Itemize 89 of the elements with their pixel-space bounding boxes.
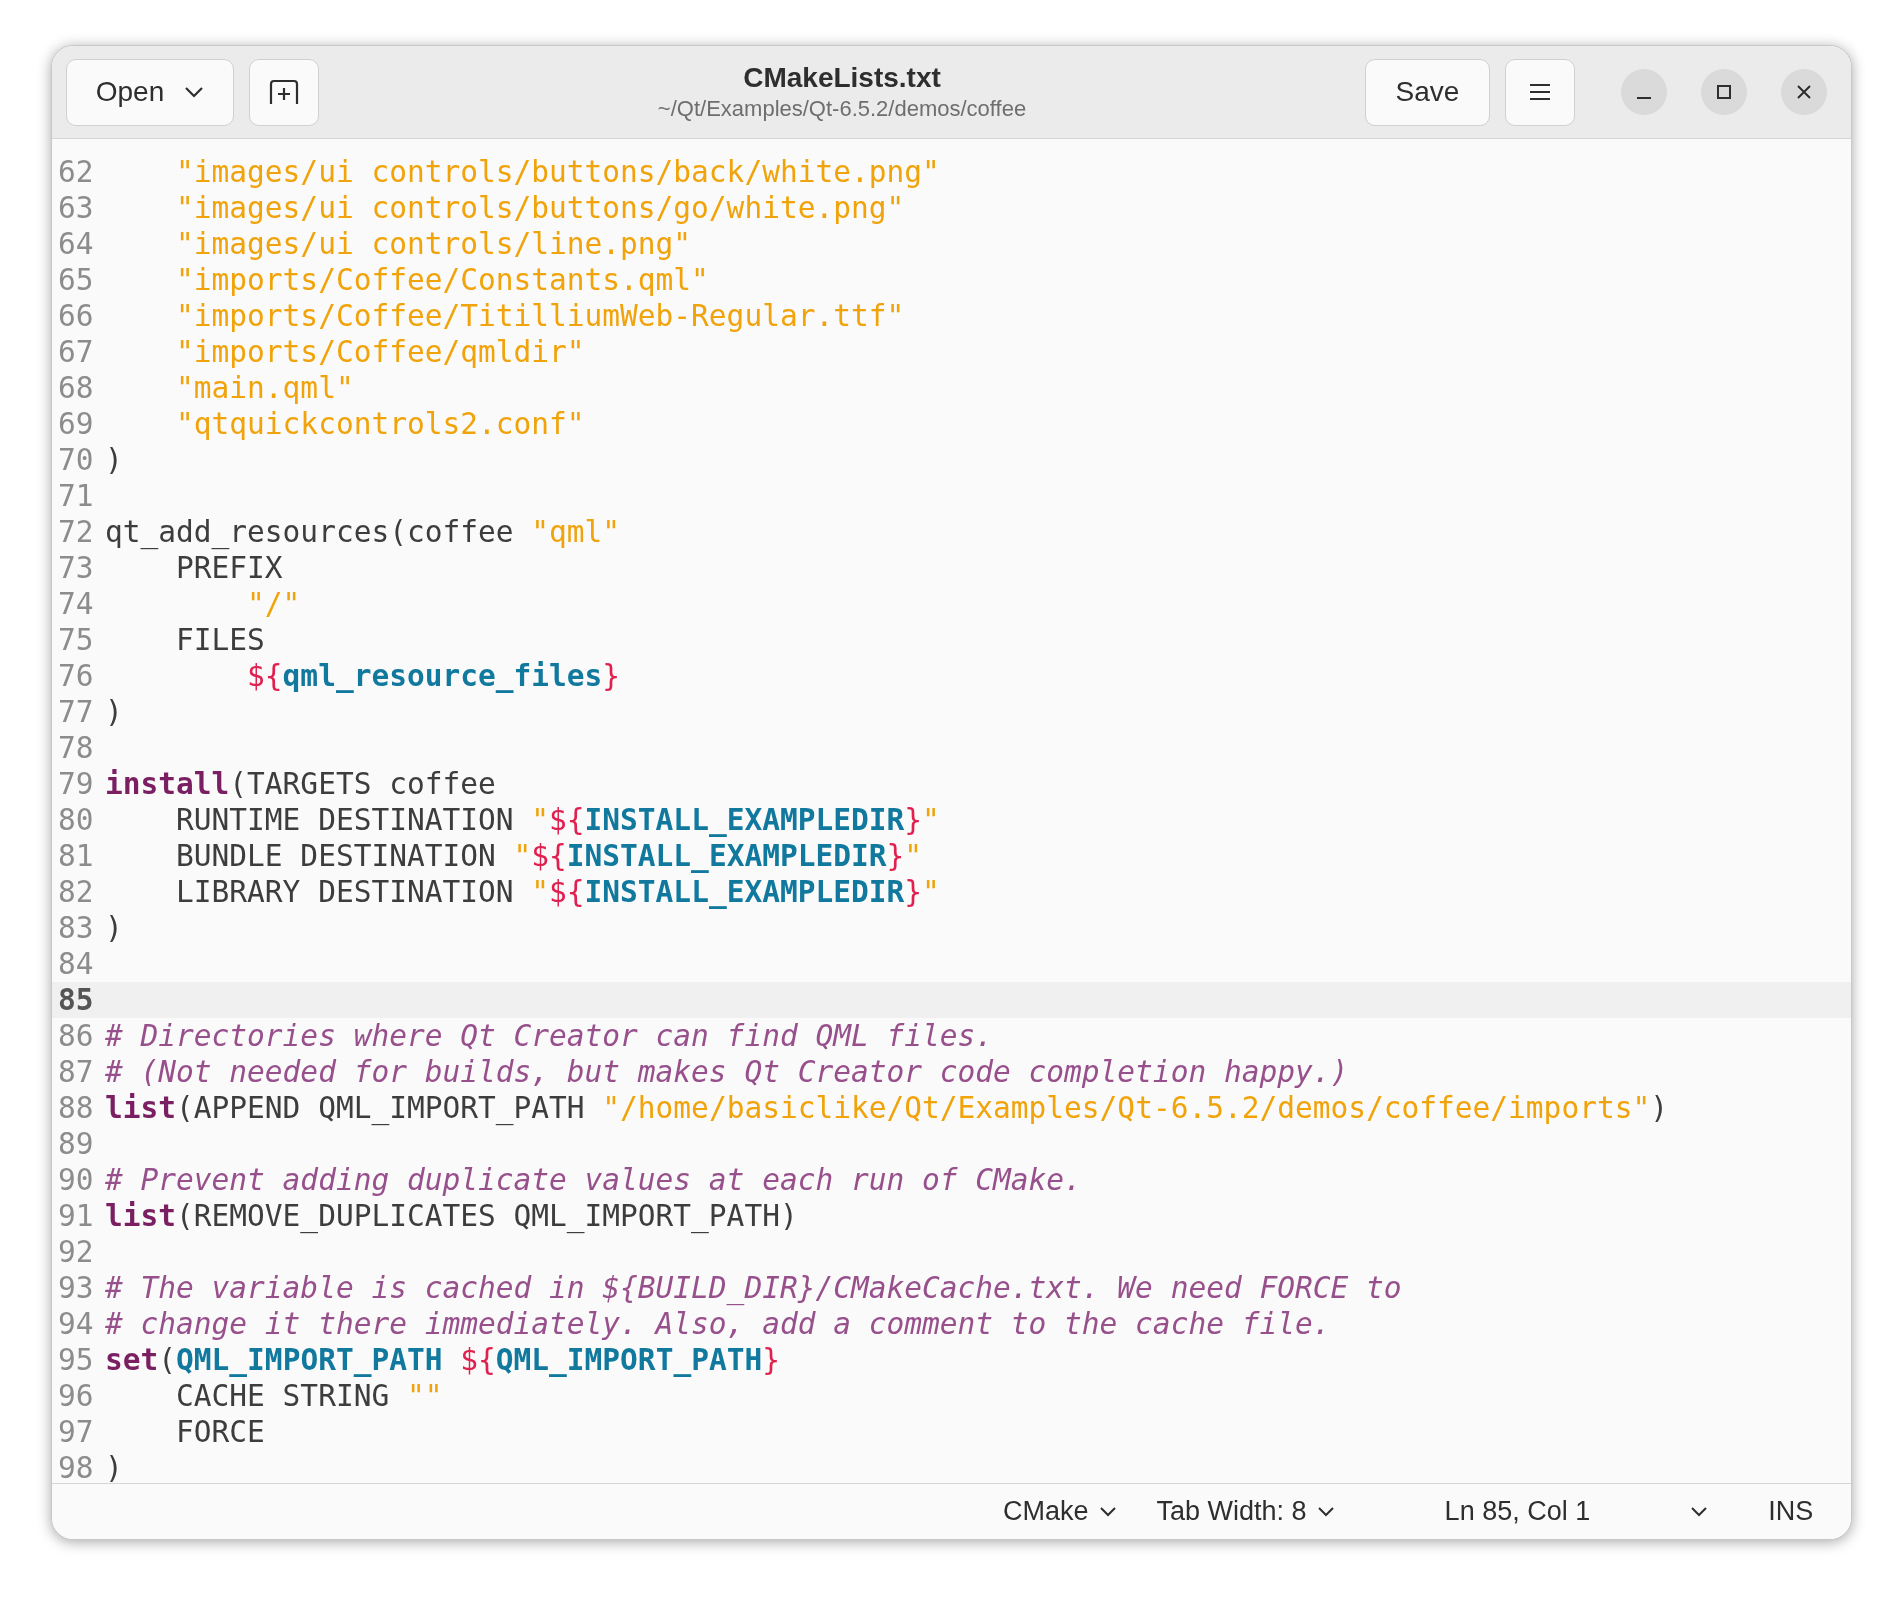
minimize-icon bbox=[1637, 97, 1651, 99]
line-number: 62 bbox=[57, 154, 95, 190]
line-number: 82 bbox=[57, 874, 95, 910]
line-number: 69 bbox=[57, 406, 95, 442]
line-number: 79 bbox=[57, 766, 95, 802]
chevron-down-icon bbox=[184, 86, 205, 98]
line-number: 72 bbox=[57, 514, 95, 550]
maximize-button[interactable] bbox=[1701, 69, 1747, 115]
line-number: 93 bbox=[57, 1270, 95, 1306]
close-icon bbox=[1796, 84, 1812, 100]
line-number: 86 bbox=[57, 1018, 95, 1054]
close-button[interactable] bbox=[1781, 69, 1827, 115]
line-number: 68 bbox=[57, 370, 95, 406]
line-number: 96 bbox=[57, 1378, 95, 1414]
code-line: # change it there immediately. Also, add a comment to the cache file. bbox=[105, 1306, 1332, 1342]
chevron-down-icon bbox=[1690, 1506, 1709, 1517]
line-number: 73 bbox=[57, 550, 95, 586]
line-number: 87 bbox=[57, 1054, 95, 1090]
open-button[interactable]: Open bbox=[66, 58, 234, 126]
code-line: FORCE bbox=[175, 1414, 266, 1450]
code-line: qt_add_resources(coffee "qml" bbox=[105, 514, 622, 550]
line-number: 91 bbox=[57, 1198, 95, 1234]
code-line: "imports/Coffee/Constants.qml" bbox=[175, 262, 710, 298]
code-line: install(TARGETS coffee bbox=[105, 766, 497, 802]
language-dropdown[interactable]: CMake bbox=[1003, 1491, 1117, 1532]
line-number: 92 bbox=[57, 1234, 95, 1270]
menu-button[interactable] bbox=[1505, 58, 1575, 126]
code-line: "imports/Coffee/TitilliumWeb-Regular.ttf" bbox=[175, 298, 906, 334]
line-number: 65 bbox=[57, 262, 95, 298]
code-line: # (Not needed for builds, but makes Qt Creator code completion happy.) bbox=[105, 1054, 1350, 1090]
code-line: PREFIX bbox=[175, 550, 284, 586]
code-line: ) bbox=[105, 910, 124, 946]
code-line: ) bbox=[105, 694, 124, 730]
line-number: 97 bbox=[57, 1414, 95, 1450]
line-number: 78 bbox=[57, 730, 95, 766]
code-line: # Prevent adding duplicate values at each run of CMake. bbox=[105, 1162, 1083, 1198]
code-line: "main.qml" bbox=[175, 370, 355, 406]
line-number: 83 bbox=[57, 910, 95, 946]
chevron-down-icon bbox=[1098, 1506, 1117, 1517]
chevron-down-icon bbox=[1316, 1506, 1335, 1517]
code-line: "/" bbox=[246, 586, 302, 622]
code-line: CACHE STRING "" bbox=[175, 1378, 444, 1414]
cursor-position-dropdown[interactable]: Ln 85, Col 1 bbox=[1444, 1491, 1709, 1532]
code-line: list(APPEND QML_IMPORT_PATH "/home/basiclike/Qt/Examples/Qt-6.5.2/demos/coffee/imports") bbox=[105, 1090, 1669, 1126]
code-line: "qtquickcontrols2.conf" bbox=[175, 406, 586, 442]
line-number: 63 bbox=[57, 190, 95, 226]
line-number: 64 bbox=[57, 226, 95, 262]
save-button[interactable]: Save bbox=[1365, 58, 1490, 126]
code-line: # Directories where Qt Creator can find QML files. bbox=[105, 1018, 995, 1054]
line-number: 71 bbox=[57, 478, 95, 514]
code-line: BUNDLE DESTINATION "${INSTALL_EXAMPLEDIR}" bbox=[175, 838, 924, 874]
code-line: "images/ui controls/buttons/back/white.png" bbox=[175, 154, 941, 190]
line-number: 75 bbox=[57, 622, 95, 658]
code-line: "imports/Coffee/qmldir" bbox=[175, 334, 586, 370]
new-tab-icon bbox=[269, 79, 299, 105]
code-line: "images/ui controls/line.png" bbox=[175, 226, 693, 262]
line-number: 89 bbox=[57, 1126, 95, 1162]
code-line: RUNTIME DESTINATION "${INSTALL_EXAMPLEDIR}" bbox=[175, 802, 941, 838]
line-number: 80 bbox=[57, 802, 95, 838]
line-number: 77 bbox=[57, 694, 95, 730]
line-number: 95 bbox=[57, 1342, 95, 1378]
line-number: 88 bbox=[57, 1090, 95, 1126]
file-path: ~/Qt/Examples/Qt-6.5.2/demos/coffee bbox=[657, 95, 1027, 123]
insert-mode-indicator: INS bbox=[1768, 1495, 1814, 1529]
line-number: 98 bbox=[57, 1450, 95, 1483]
line-number: 90 bbox=[57, 1162, 95, 1198]
line-number: 70 bbox=[57, 442, 95, 478]
code-line: list(REMOVE_DUPLICATES QML_IMPORT_PATH) bbox=[105, 1198, 799, 1234]
menu-icon bbox=[1529, 83, 1551, 101]
code-line: FILES bbox=[175, 622, 266, 658]
code-line: ${qml_resource_files} bbox=[246, 658, 622, 694]
line-number: 66 bbox=[57, 298, 95, 334]
line-number: 85 bbox=[52, 982, 105, 1018]
code-line: "images/ui controls/buttons/go/white.png" bbox=[175, 190, 906, 226]
line-number: 76 bbox=[57, 658, 95, 694]
code-line: # The variable is cached in ${BUILD_DIR}/CMakeCache.txt. We need FORCE to bbox=[105, 1270, 1403, 1306]
line-number: 84 bbox=[57, 946, 95, 982]
code-line: LIBRARY DESTINATION "${INSTALL_EXAMPLEDIR}" bbox=[175, 874, 941, 910]
line-number: 81 bbox=[57, 838, 95, 874]
tab-width-dropdown[interactable]: Tab Width: 8 bbox=[1156, 1491, 1335, 1532]
maximize-icon bbox=[1716, 84, 1732, 100]
code-line: ) bbox=[105, 1450, 124, 1483]
window-title: CMakeLists.txt bbox=[743, 61, 941, 95]
code-line: set(QML_IMPORT_PATH ${QML_IMPORT_PATH} bbox=[105, 1342, 781, 1378]
line-number: 74 bbox=[57, 586, 95, 622]
new-tab-button[interactable] bbox=[249, 58, 319, 126]
line-number: 67 bbox=[57, 334, 95, 370]
code-line: ) bbox=[105, 442, 124, 478]
line-number: 94 bbox=[57, 1306, 95, 1342]
